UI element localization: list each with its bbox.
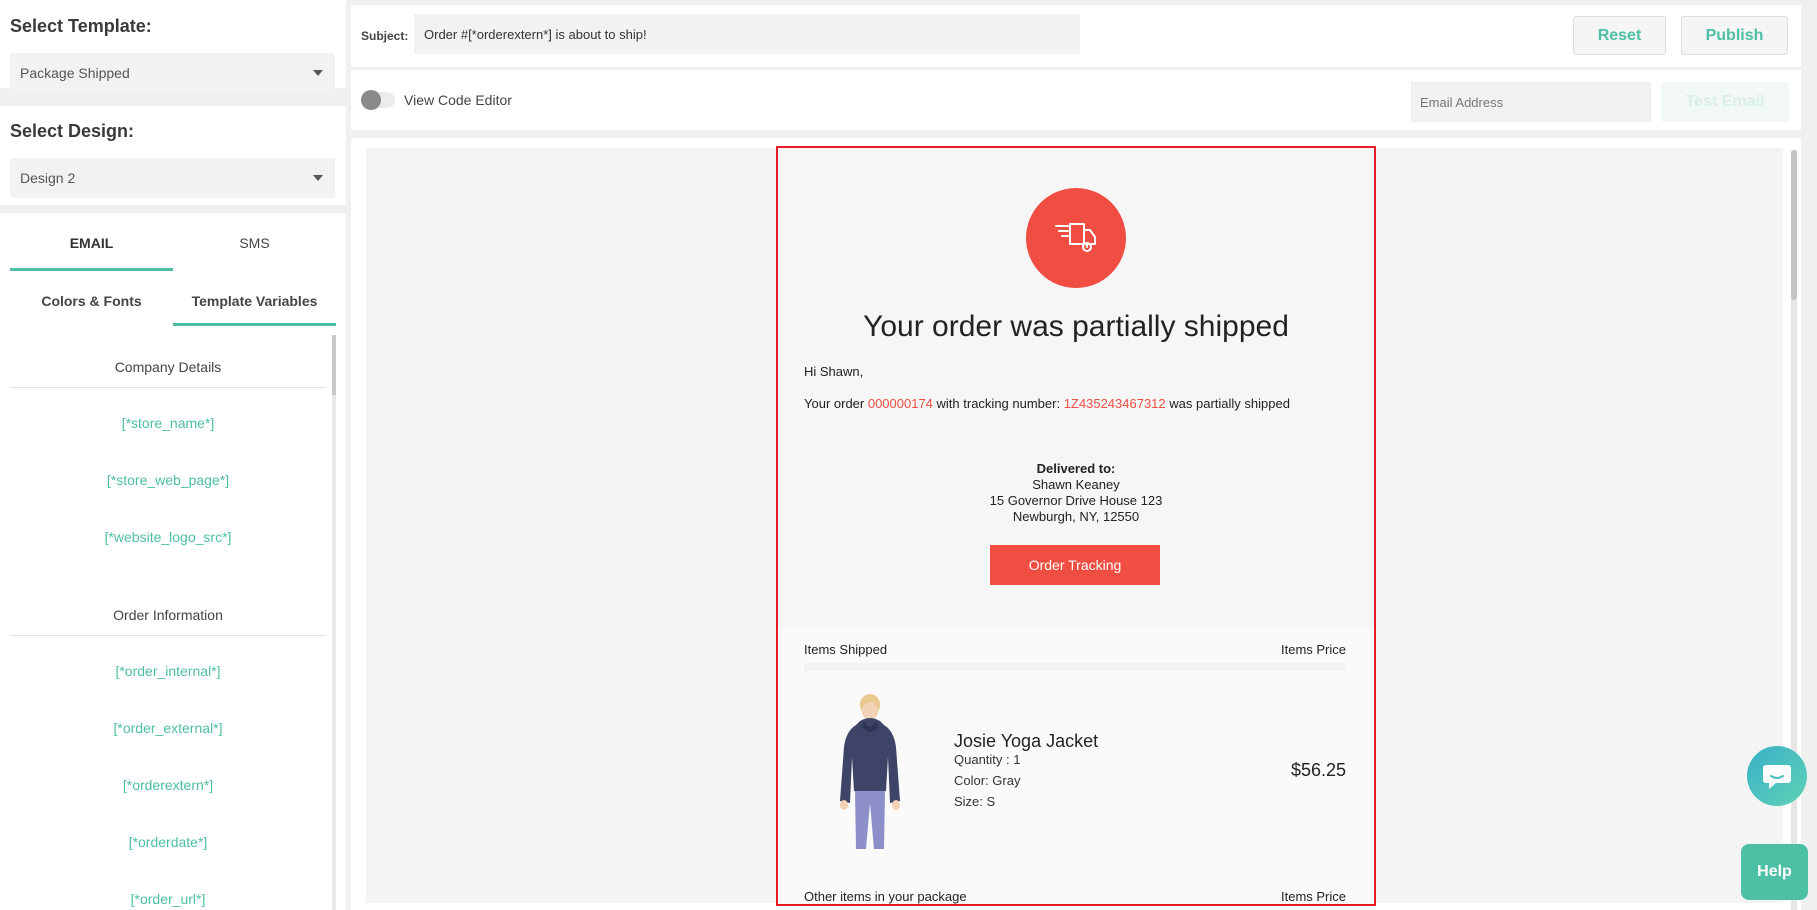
left-panel: Select Template: Package Shipped Select … (0, 0, 346, 910)
template-variable-list: Company Details [*store_name*] [*store_w… (0, 333, 336, 910)
email-heading: Your order was partially shipped (863, 310, 1289, 343)
variable-item[interactable]: [*store_web_page*] (10, 472, 326, 488)
template-section: Select Template: Package Shipped (0, 0, 346, 93)
tracking-prefix: with tracking number: (932, 396, 1064, 411)
order-suffix: was partially shipped (1165, 396, 1290, 411)
select-template-title: Select Template: (10, 16, 152, 36)
delivered-city: Newburgh, NY, 12550 (1012, 509, 1140, 524)
product-quantity: Quantity : 1 (954, 752, 1021, 767)
variable-item[interactable]: [*store_name*] (10, 415, 326, 431)
product-name: Josie Yoga Jacket (954, 731, 1099, 751)
chevron-down-icon (313, 175, 323, 181)
variable-item[interactable]: [*orderextern*] (10, 777, 326, 793)
tab-colors-fonts[interactable]: Colors & Fonts (10, 293, 173, 326)
items-shipped-label: Items Shipped (804, 642, 888, 657)
design-select-value: Design 2 (20, 170, 76, 186)
group-heading-company: Company Details (114, 359, 222, 375)
order-number-link[interactable]: 000000174 (868, 396, 933, 411)
other-items-price-label: Items Price (1280, 889, 1346, 904)
select-design-title: Select Design: (10, 121, 135, 141)
delivery-address: Delivered to: Shawn Keaney 15 Governor D… (778, 461, 1374, 525)
tracking-number-link[interactable]: 1Z435243467312 (1064, 396, 1166, 411)
divider (804, 663, 1346, 671)
other-items-label: Other items in your package (804, 889, 967, 904)
template-select-value: Package Shipped (20, 65, 130, 81)
divider (10, 635, 326, 636)
divider (10, 387, 326, 388)
variable-item[interactable]: [*order_external*] (10, 720, 326, 736)
variables-panel: EMAIL SMS Colors & Fonts Template Variab… (0, 213, 346, 910)
toggle-knob (361, 90, 381, 110)
variable-list-scrollbar[interactable] (332, 335, 336, 910)
chat-icon (1763, 765, 1791, 789)
design-select[interactable]: Design 2 (10, 158, 335, 198)
code-editor-toggle[interactable] (361, 90, 395, 110)
preview-scroll-thumb[interactable] (1791, 150, 1797, 300)
email-preview: Your order was partially shipped Hi Shaw… (776, 146, 1376, 906)
variable-item[interactable]: [*order_internal*] (10, 663, 326, 679)
items-shipped-header: Items Shipped Items Price (804, 642, 1346, 657)
subject-label: Subject: (361, 29, 409, 43)
product-price: $56.25 (1290, 760, 1346, 780)
variable-list-scroll-thumb[interactable] (332, 335, 336, 395)
help-button[interactable]: Help (1741, 844, 1808, 900)
variable-item[interactable]: [*orderdate*] (10, 834, 326, 850)
delivered-name: Shawn Keaney (1032, 477, 1120, 492)
order-prefix: Your order (804, 396, 868, 411)
chat-widget-button[interactable] (1747, 746, 1807, 806)
publish-button[interactable]: Publish (1681, 16, 1788, 55)
tab-sms[interactable]: SMS (173, 235, 336, 265)
variable-item[interactable]: [*website_logo_src*] (10, 529, 326, 545)
subject-bar: Subject: Reset Publish (351, 5, 1801, 67)
design-section: Select Design: Design 2 (0, 106, 346, 205)
product-color: Color: Gray (954, 773, 1021, 788)
email-greeting: Hi Shawn, (804, 364, 864, 379)
subject-input[interactable] (414, 14, 1080, 54)
group-heading-order: Order Information (113, 607, 223, 623)
delivered-label: Delivered to: (1036, 461, 1116, 476)
app-root: Select Template: Package Shipped Select … (0, 0, 1817, 910)
order-status-line: Your order 000000174 with tracking numbe… (804, 396, 1290, 411)
editor-options-bar: View Code Editor Test Email (351, 70, 1801, 130)
tab-email[interactable]: EMAIL (10, 235, 173, 271)
items-price-label: Items Price (1280, 642, 1346, 657)
code-editor-toggle-label: View Code Editor (404, 92, 512, 108)
test-email-button[interactable]: Test Email (1661, 82, 1789, 122)
product-image (830, 691, 910, 851)
other-items-header: Other items in your package Items Price (804, 889, 1346, 904)
reset-button[interactable]: Reset (1573, 16, 1666, 55)
template-select[interactable]: Package Shipped (10, 53, 335, 93)
chevron-down-icon (313, 70, 323, 76)
shipping-truck-icon (1026, 188, 1126, 288)
product-size: Size: S (954, 794, 996, 809)
variable-item[interactable]: [*order_url*] (10, 891, 326, 907)
test-email-address-input[interactable] (1411, 82, 1651, 122)
order-tracking-button[interactable]: Order Tracking (990, 545, 1160, 585)
delivered-street: 15 Governor Drive House 123 (989, 493, 1163, 508)
tab-template-variables[interactable]: Template Variables (173, 293, 336, 326)
